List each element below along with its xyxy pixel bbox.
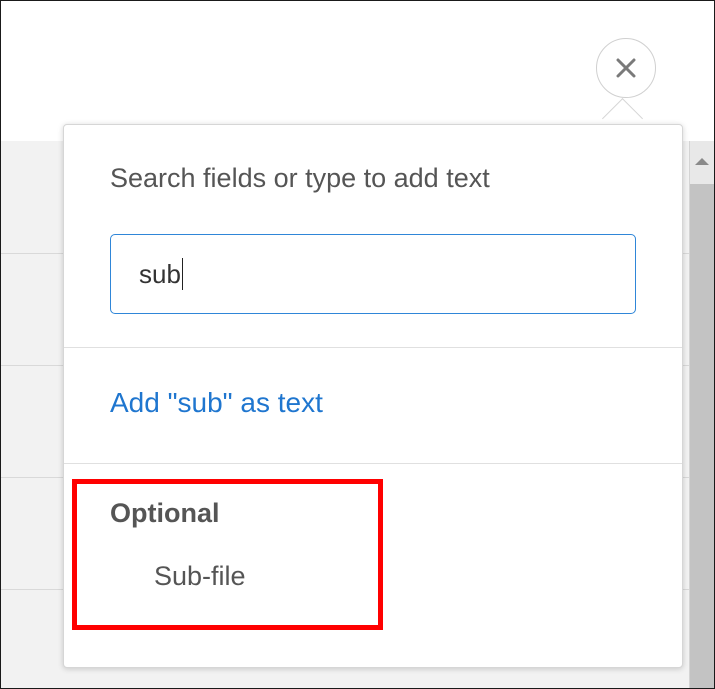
divider xyxy=(64,463,682,464)
close-button[interactable] xyxy=(596,38,656,98)
text-caret xyxy=(181,258,184,290)
highlight-annotation-box xyxy=(72,479,383,630)
scrollbar-thumb[interactable] xyxy=(690,184,714,688)
scroll-up-arrow-icon[interactable] xyxy=(695,158,709,165)
search-input[interactable]: sub xyxy=(110,234,636,314)
popup-title: Search fields or type to add text xyxy=(110,163,490,193)
close-icon xyxy=(616,58,636,78)
search-input-value: sub xyxy=(139,258,181,289)
divider xyxy=(64,347,682,348)
add-as-text-link[interactable]: Add "sub" as text xyxy=(110,387,323,419)
